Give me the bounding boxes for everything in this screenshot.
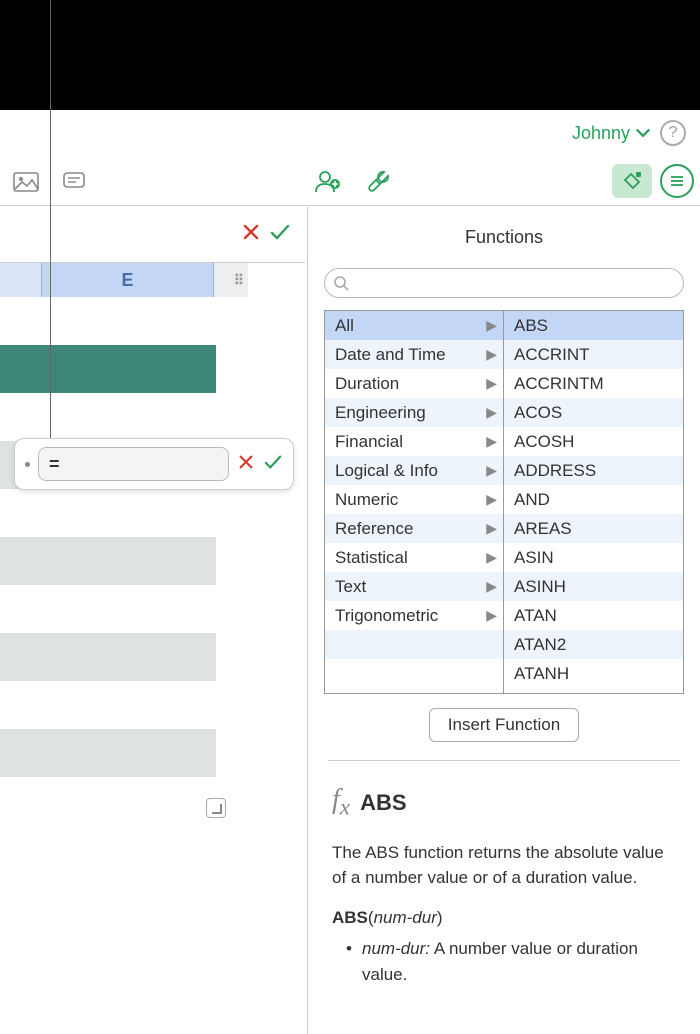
- description-title: ABS: [360, 786, 406, 819]
- formula-editor-accept[interactable]: [263, 450, 283, 478]
- drag-handle-icon[interactable]: [25, 462, 30, 467]
- formula-cancel-button[interactable]: [241, 221, 261, 249]
- user-name: Johnny: [572, 123, 630, 144]
- panel-title: Functions: [308, 207, 700, 268]
- formula-input[interactable]: =: [38, 447, 229, 481]
- formula-accept-button[interactable]: [269, 221, 291, 249]
- table-row[interactable]: [0, 777, 216, 825]
- category-item[interactable]: All▶: [325, 311, 503, 340]
- category-item-empty: [325, 659, 503, 688]
- toolbar: [0, 156, 700, 206]
- category-item[interactable]: Engineering▶: [325, 398, 503, 427]
- user-menu[interactable]: Johnny: [572, 123, 650, 144]
- spreadsheet-area: E ⠿: [0, 207, 305, 1034]
- chevron-right-icon: ▶: [486, 549, 497, 566]
- comment-button[interactable]: [54, 164, 94, 198]
- function-item[interactable]: AND: [504, 485, 683, 514]
- format-button[interactable]: [612, 164, 652, 198]
- chevron-down-icon: [636, 126, 650, 140]
- category-item[interactable]: Financial▶: [325, 427, 503, 456]
- callout-line: [50, 0, 51, 450]
- insert-function-button[interactable]: Insert Function: [429, 708, 579, 742]
- chevron-right-icon: ▶: [486, 578, 497, 595]
- table-row[interactable]: [0, 537, 216, 585]
- chevron-right-icon: ▶: [486, 375, 497, 392]
- function-item[interactable]: ACCRINT: [504, 340, 683, 369]
- table-row[interactable]: [0, 585, 216, 633]
- category-item[interactable]: Statistical▶: [325, 543, 503, 572]
- function-description: fx ABS The ABS function returns the abso…: [308, 761, 700, 987]
- help-button[interactable]: ?: [660, 120, 686, 146]
- function-item[interactable]: ADDRESS: [504, 456, 683, 485]
- table-row[interactable]: [0, 489, 216, 537]
- fx-icon: fx: [332, 779, 350, 826]
- search-icon: [333, 275, 349, 291]
- chevron-right-icon: ▶: [486, 462, 497, 479]
- category-item[interactable]: Logical & Info▶: [325, 456, 503, 485]
- function-browser: All▶Date and Time▶Duration▶Engineering▶F…: [324, 310, 684, 694]
- function-item[interactable]: ATAN: [504, 601, 683, 630]
- chevron-right-icon: ▶: [486, 607, 497, 624]
- category-item-empty: [325, 630, 503, 659]
- function-item[interactable]: ACOS: [504, 398, 683, 427]
- function-item[interactable]: ABS: [504, 311, 683, 340]
- description-syntax: ABS(num-dur): [332, 905, 676, 931]
- category-item[interactable]: Reference▶: [325, 514, 503, 543]
- table-header-row[interactable]: [0, 345, 216, 393]
- tools-button[interactable]: [359, 164, 399, 198]
- category-list[interactable]: All▶Date and Time▶Duration▶Engineering▶F…: [325, 311, 504, 693]
- table-row[interactable]: [0, 729, 216, 777]
- chevron-right-icon: ▶: [486, 317, 497, 334]
- description-argument: num-dur: A number value or duration valu…: [332, 936, 676, 987]
- function-list[interactable]: ABSACCRINTACCRINTMACOSACOSHADDRESSANDARE…: [504, 311, 683, 693]
- function-item[interactable]: ASINH: [504, 572, 683, 601]
- table-row[interactable]: [0, 681, 216, 729]
- chevron-right-icon: ▶: [486, 433, 497, 450]
- column-header-d[interactable]: [0, 263, 42, 297]
- media-button[interactable]: [6, 164, 46, 198]
- chevron-right-icon: ▶: [486, 404, 497, 421]
- formula-bar: [0, 207, 305, 263]
- function-item[interactable]: ATAN2: [504, 630, 683, 659]
- organize-button[interactable]: [660, 164, 694, 198]
- window-titlebar: [0, 0, 700, 110]
- function-item[interactable]: ATANH: [504, 659, 683, 688]
- table-row[interactable]: [0, 393, 216, 441]
- table-row[interactable]: [0, 297, 216, 345]
- description-summary: The ABS function returns the absolute va…: [332, 840, 676, 891]
- chevron-right-icon: ▶: [486, 346, 497, 363]
- titlebar-right: Johnny ?: [0, 110, 700, 156]
- column-header-e[interactable]: E: [42, 263, 214, 297]
- function-item[interactable]: ASIN: [504, 543, 683, 572]
- collaborate-button[interactable]: [307, 164, 347, 198]
- category-item[interactable]: Numeric▶: [325, 485, 503, 514]
- functions-panel: Functions All▶Date and Time▶Duration▶Eng…: [307, 207, 700, 1034]
- function-item[interactable]: AREAS: [504, 514, 683, 543]
- chevron-right-icon: ▶: [486, 520, 497, 537]
- function-item[interactable]: ACCRINTM: [504, 369, 683, 398]
- category-item[interactable]: Date and Time▶: [325, 340, 503, 369]
- category-item[interactable]: Duration▶: [325, 369, 503, 398]
- function-item[interactable]: ACOSH: [504, 427, 683, 456]
- column-header-handle[interactable]: ⠿: [214, 263, 248, 297]
- formula-editor-cancel[interactable]: [237, 450, 255, 478]
- category-item[interactable]: Trigonometric▶: [325, 601, 503, 630]
- column-headers: E ⠿: [0, 263, 305, 297]
- table-resize-handle[interactable]: [206, 798, 226, 818]
- chevron-right-icon: ▶: [486, 491, 497, 508]
- category-item[interactable]: Text▶: [325, 572, 503, 601]
- table-row[interactable]: [0, 633, 216, 681]
- formula-editor-popover: =: [14, 438, 294, 490]
- function-search-input[interactable]: [324, 268, 684, 298]
